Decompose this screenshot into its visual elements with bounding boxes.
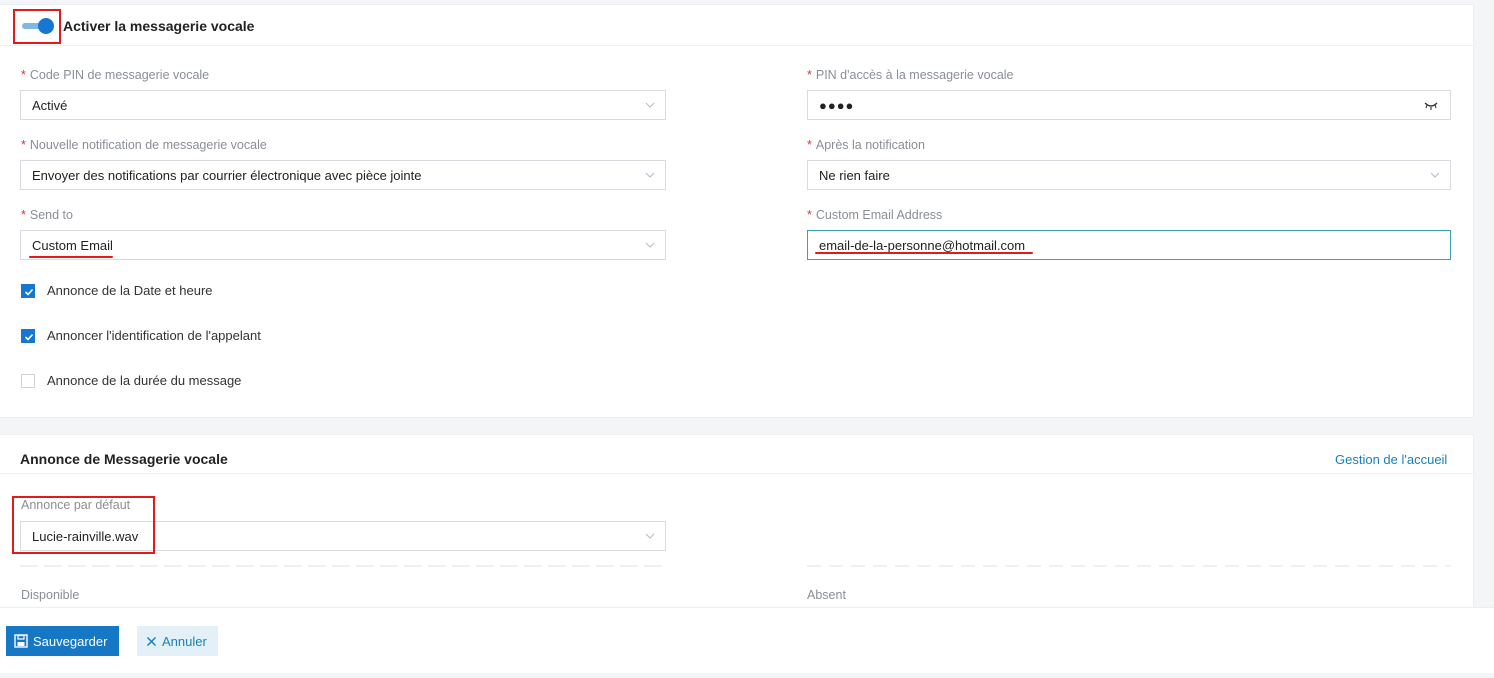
chevron-down-icon	[645, 533, 655, 539]
save-button-label: Sauvegarder	[33, 633, 108, 649]
pin-access-input[interactable]: ●●●●	[807, 90, 1451, 120]
manage-greeting-link[interactable]: Gestion de l'accueil	[1335, 452, 1447, 467]
save-button[interactable]: Sauvegarder	[6, 626, 119, 656]
chevron-down-icon	[645, 242, 655, 248]
pin-access-value: ●●●●	[819, 97, 855, 113]
annotation-underline-send-to	[29, 256, 113, 258]
custom-email-input[interactable]: email-de-la-personne@hotmail.com	[807, 230, 1451, 260]
send-to-label: * Send to	[21, 208, 73, 222]
close-icon	[146, 636, 157, 646]
pin-access-label: * PIN d'accès à la messagerie vocale	[807, 68, 1014, 82]
checkbox-announce-caller-id[interactable]: Annoncer l'identification de l'appelant	[21, 328, 261, 343]
greeting-title: Annonce de Messagerie vocale	[20, 451, 228, 467]
checkbox-box[interactable]	[21, 373, 35, 388]
pin-code-label: * Code PIN de messagerie vocale	[21, 68, 210, 82]
cancel-button[interactable]: Annuler	[137, 626, 218, 656]
pin-code-select[interactable]: Activé	[20, 90, 666, 120]
absent-label: Absent	[807, 588, 846, 602]
new-notification-select[interactable]: Envoyer des notifications par courrier é…	[20, 160, 666, 190]
checkbox-label: Annoncer l'identification de l'appelant	[47, 328, 261, 343]
chevron-down-icon	[1430, 172, 1440, 178]
checkbox-announce-datetime[interactable]: Annonce de la Date et heure	[21, 283, 213, 298]
action-footer: Sauvegarder Annuler	[0, 607, 1494, 673]
annotation-underline-email	[815, 252, 1033, 254]
checkmark-icon	[24, 333, 34, 341]
panel-divider	[0, 473, 1473, 474]
custom-email-value: email-de-la-personne@hotmail.com	[819, 237, 1026, 253]
voicemail-settings-panel	[0, 4, 1474, 418]
available-label: Disponible	[21, 588, 80, 602]
annotation-box-toggle	[13, 9, 61, 44]
panel-divider	[0, 45, 1473, 46]
new-notification-value: Envoyer des notifications par courrier é…	[32, 167, 422, 183]
new-notification-label: * Nouvelle notification de messagerie voc…	[21, 138, 267, 152]
scroll-clipped-field	[20, 565, 666, 567]
cancel-button-label: Annuler	[162, 633, 207, 649]
after-notification-select[interactable]: Ne rien faire	[807, 160, 1451, 190]
checkbox-announce-duration[interactable]: Annonce de la durée du message	[21, 373, 241, 388]
voicemail-enable-title: Activer la messagerie vocale	[63, 18, 255, 34]
custom-email-label: * Custom Email Address	[807, 208, 943, 222]
floppy-disk-icon	[14, 634, 28, 648]
checkbox-label: Annonce de la Date et heure	[47, 283, 213, 298]
eye-closed-icon[interactable]	[1424, 101, 1438, 110]
after-notification-label: * Après la notification	[807, 138, 925, 152]
checkbox-box[interactable]	[21, 283, 35, 298]
checkbox-label: Annonce de la durée du message	[47, 373, 242, 388]
checkbox-box[interactable]	[21, 328, 35, 343]
send-to-value: Custom Email	[32, 237, 113, 253]
chevron-down-icon	[645, 172, 655, 178]
checkmark-icon	[24, 288, 34, 296]
annotation-box-default-greeting	[12, 496, 155, 554]
scroll-clipped-field	[807, 565, 1451, 567]
chevron-down-icon	[645, 102, 655, 108]
pin-code-value: Activé	[32, 97, 68, 113]
after-notification-value: Ne rien faire	[819, 167, 890, 183]
send-to-select[interactable]: Custom Email	[20, 230, 666, 260]
